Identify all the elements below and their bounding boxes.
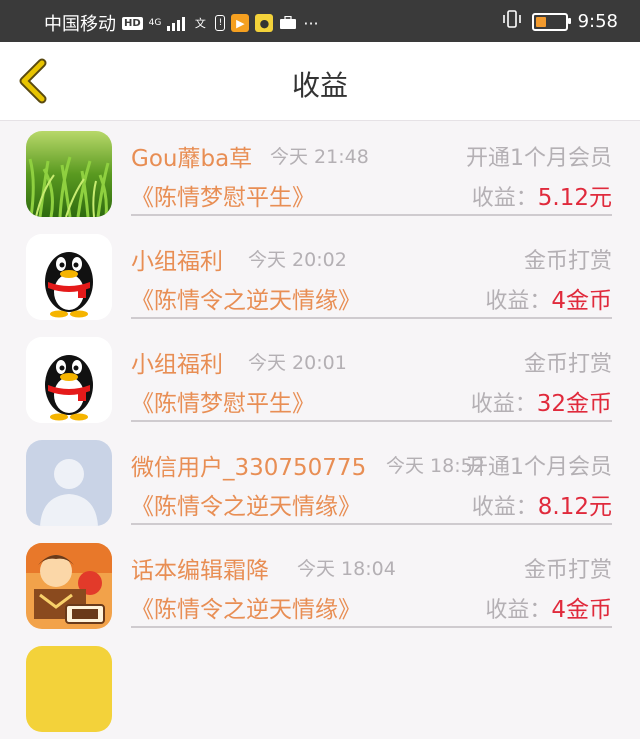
book-title[interactable]: 《陈情令之逆天情缘》 xyxy=(131,590,361,624)
earning-label: 收益： xyxy=(470,392,537,417)
earning-type: 金币打赏 xyxy=(523,352,612,377)
avatar[interactable] xyxy=(26,337,112,423)
earning-value: 5.12元 xyxy=(537,185,612,211)
earning-label: 收益： xyxy=(485,289,552,314)
avatar[interactable] xyxy=(26,543,112,629)
more-icon: ··· xyxy=(303,13,319,33)
earning-amount: 收益：32金币 xyxy=(471,384,612,418)
divider xyxy=(131,626,612,628)
status-bar: 中国移动 HD 4G 文 ! ▶ ● ··· 9:58 xyxy=(0,0,640,42)
video-app-icon: ▶ xyxy=(231,14,250,32)
divider xyxy=(131,317,612,319)
earning-row[interactable]: Gou蘼ba草 今天 21:48 开通1个月会员 《陈情梦慰平生》 收益：5.1… xyxy=(0,121,640,224)
status-left: 中国移动 HD 4G 文 ! ▶ ● ··· xyxy=(44,10,319,36)
earning-amount: 收益：8.12元 xyxy=(472,487,612,521)
alert-icon: ! xyxy=(215,15,226,31)
earning-type: 开通1个月会员 xyxy=(466,455,612,480)
book-title[interactable]: 《陈情令之逆天情缘》 xyxy=(131,281,361,315)
earning-row[interactable]: 话本编辑霜降 今天 18:04 金币打赏 《陈情令之逆天情缘》 收益：4金币 xyxy=(0,533,640,636)
divider xyxy=(131,214,612,216)
avatar[interactable] xyxy=(26,131,112,217)
user-name: 小组福利 xyxy=(131,352,223,378)
divider xyxy=(131,420,612,422)
earnings-list: Gou蘼ba草 今天 21:48 开通1个月会员 《陈情梦慰平生》 收益：5.1… xyxy=(0,121,640,739)
battery-icon xyxy=(531,12,571,31)
earning-type: 开通1个月会员 xyxy=(466,146,612,171)
user-name: 微信用户_330750775 xyxy=(131,455,367,481)
header-bar: 收益 xyxy=(0,42,640,121)
user-name: 小组福利 xyxy=(131,249,223,275)
avatar[interactable] xyxy=(26,646,112,732)
earning-row[interactable]: 微信用户_330750775 今天 18:52 开通1个月会员 《陈情令之逆天情… xyxy=(0,430,640,533)
user-name: 话本编辑霜降 xyxy=(131,558,269,584)
timestamp: 今天 20:02 xyxy=(248,249,347,271)
vibrate-icon xyxy=(502,10,522,33)
user-name: Gou蘼ba草 xyxy=(131,146,253,172)
earning-value: 32金币 xyxy=(536,391,612,417)
earning-row[interactable]: 小组福利 今天 20:02 金币打赏 《陈情令之逆天情缘》 收益：4金币 xyxy=(0,224,640,327)
hd-badge: HD xyxy=(122,16,143,30)
timestamp: 今天 21:48 xyxy=(270,146,369,168)
book-title[interactable]: 《陈情令之逆天情缘》 xyxy=(131,487,361,521)
earning-type: 金币打赏 xyxy=(523,249,612,274)
chat-app-icon: ● xyxy=(255,14,274,32)
network-type: 4G xyxy=(148,17,162,28)
timestamp: 今天 18:04 xyxy=(297,558,396,580)
earning-label: 收益： xyxy=(471,186,538,211)
book-title[interactable]: 《陈情梦慰平生》 xyxy=(131,384,315,418)
status-right: 9:58 xyxy=(502,10,618,33)
avatar[interactable] xyxy=(26,234,112,320)
earning-label: 收益： xyxy=(485,598,552,623)
earning-amount: 收益：4金币 xyxy=(485,590,612,624)
earning-type: 金币打赏 xyxy=(523,558,612,583)
earning-amount: 收益：5.12元 xyxy=(472,178,612,212)
page-title: 收益 xyxy=(291,69,348,102)
timestamp: 今天 20:01 xyxy=(248,352,347,374)
earning-row[interactable]: 小组福利 今天 20:01 金币打赏 《陈情梦慰平生》 收益：32金币 xyxy=(0,327,640,430)
earning-value: 8.12元 xyxy=(537,494,612,520)
avatar[interactable] xyxy=(26,440,112,526)
earning-amount: 收益：4金币 xyxy=(485,281,612,315)
briefcase-icon xyxy=(279,14,297,32)
carrier-name: 中国移动 xyxy=(44,14,116,35)
earning-row[interactable] xyxy=(0,636,640,739)
translate-icon: 文 xyxy=(194,17,206,30)
earning-label: 收益： xyxy=(471,495,538,520)
earning-value: 4金币 xyxy=(551,597,612,623)
book-title[interactable]: 《陈情梦慰平生》 xyxy=(131,178,315,212)
clock: 9:58 xyxy=(577,11,618,32)
signal-icon xyxy=(167,15,186,31)
earning-value: 4金币 xyxy=(551,288,612,314)
divider xyxy=(131,523,612,525)
